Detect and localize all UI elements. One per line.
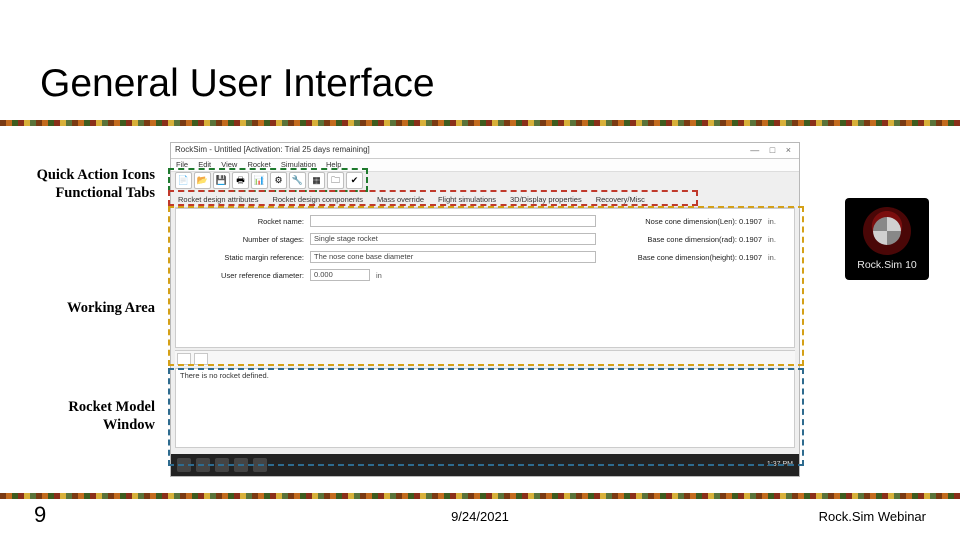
taskbar-app-1[interactable]: [196, 458, 210, 472]
product-badge-caption: Rock.Sim 10: [857, 259, 917, 271]
field-label-dim-h: Base cone dimension(height): 0.1907: [602, 253, 762, 262]
rocket-name-input[interactable]: [310, 215, 596, 227]
field-label-margin: Static margin reference:: [184, 253, 304, 262]
folder-icon[interactable]: 🗀: [327, 172, 344, 189]
print-icon[interactable]: 🖶: [232, 172, 249, 189]
field-label-rocket-name: Rocket name:: [184, 217, 304, 226]
field-label-userref: User reference diameter:: [184, 271, 304, 280]
toolbar: 📄 📂 💾 🖶 📊 ⚙ 🔧 ▦ 🗀 ✔: [175, 172, 363, 192]
rocksim-logo-icon: [863, 207, 911, 255]
gear-icon[interactable]: ⚙: [270, 172, 287, 189]
window-controls[interactable]: — □ ×: [750, 145, 795, 155]
margin-select[interactable]: The nose cone base diameter: [310, 251, 596, 263]
menubar[interactable]: File Edit View Rocket Simulation Help: [171, 159, 799, 172]
app-screenshot: RockSim - Untitled [Activation: Trial 25…: [170, 142, 800, 477]
tab-design-attributes[interactable]: Rocket design attributes: [175, 194, 261, 207]
page-number: 9: [34, 502, 46, 528]
unit-dim-len: in.: [768, 217, 786, 226]
field-label-stages: Number of stages:: [184, 235, 304, 244]
window-titlebar: RockSim - Untitled [Activation: Trial 25…: [171, 143, 799, 159]
taskbar-app-4[interactable]: [253, 458, 267, 472]
functional-tabs: Rocket design attributes Rocket design c…: [175, 194, 795, 208]
working-area-panel: Rocket name: Nose cone dimension(Len): 0…: [175, 208, 795, 348]
menu-file[interactable]: File: [176, 160, 188, 169]
rocket-model-window: There is no rocket defined.: [175, 368, 795, 448]
check-icon[interactable]: ✔: [346, 172, 363, 189]
stages-select[interactable]: Single stage rocket: [310, 233, 596, 245]
taskbar-app-3[interactable]: [234, 458, 248, 472]
window-title-text: RockSim - Untitled [Activation: Trial 25…: [175, 145, 370, 154]
label-rocket-model-window: Rocket ModelWindow: [5, 398, 155, 434]
field-label-dim-len: Nose cone dimension(Len): 0.1907: [602, 217, 762, 226]
unit-dim-h: in.: [768, 253, 786, 262]
tab-flight-simulations[interactable]: Flight simulations: [435, 194, 499, 207]
menu-simulation[interactable]: Simulation: [281, 160, 316, 169]
new-doc-icon[interactable]: 📄: [175, 172, 192, 189]
label-working-area: Working Area: [5, 299, 155, 317]
taskbar-app-2[interactable]: [215, 458, 229, 472]
label-quick-action-icons: Quick Action Icons: [5, 166, 155, 184]
unit-userref: in: [376, 271, 394, 280]
chart-icon[interactable]: 📊: [251, 172, 268, 189]
save-icon[interactable]: 💾: [213, 172, 230, 189]
model-toolbar: [175, 350, 795, 366]
menu-view[interactable]: View: [221, 160, 237, 169]
tab-3d-display[interactable]: 3D/Display properties: [507, 194, 585, 207]
footer-credit: Rock.Sim Webinar: [819, 509, 926, 524]
taskbar-clock: 1:37 PM: [767, 461, 793, 468]
open-icon[interactable]: 📂: [194, 172, 211, 189]
menu-rocket[interactable]: Rocket: [247, 160, 270, 169]
model-tool-1[interactable]: [177, 353, 191, 365]
tab-design-components[interactable]: Rocket design components: [269, 194, 365, 207]
divider-top: [0, 120, 960, 126]
tab-mass-override[interactable]: Mass override: [374, 194, 427, 207]
model-empty-message: There is no rocket defined.: [180, 371, 269, 380]
footer-date: 9/24/2021: [451, 509, 509, 524]
menu-help[interactable]: Help: [326, 160, 341, 169]
slide-title: General User Interface: [40, 62, 435, 106]
os-taskbar: 1:37 PM: [171, 454, 799, 476]
unit-dim-rad: in.: [768, 235, 786, 244]
table-icon[interactable]: ▦: [308, 172, 325, 189]
tab-recovery-misc[interactable]: Recovery/Misc: [593, 194, 648, 207]
menu-edit[interactable]: Edit: [198, 160, 211, 169]
wrench-icon[interactable]: 🔧: [289, 172, 306, 189]
label-functional-tabs: Functional Tabs: [5, 184, 155, 202]
divider-bottom: [0, 493, 960, 499]
field-label-dim-rad: Base cone dimension(rad): 0.1907: [602, 235, 762, 244]
start-icon[interactable]: [177, 458, 191, 472]
product-badge: Rock.Sim 10: [845, 198, 929, 280]
userref-input[interactable]: 0.000: [310, 269, 370, 281]
model-tool-2[interactable]: [194, 353, 208, 365]
